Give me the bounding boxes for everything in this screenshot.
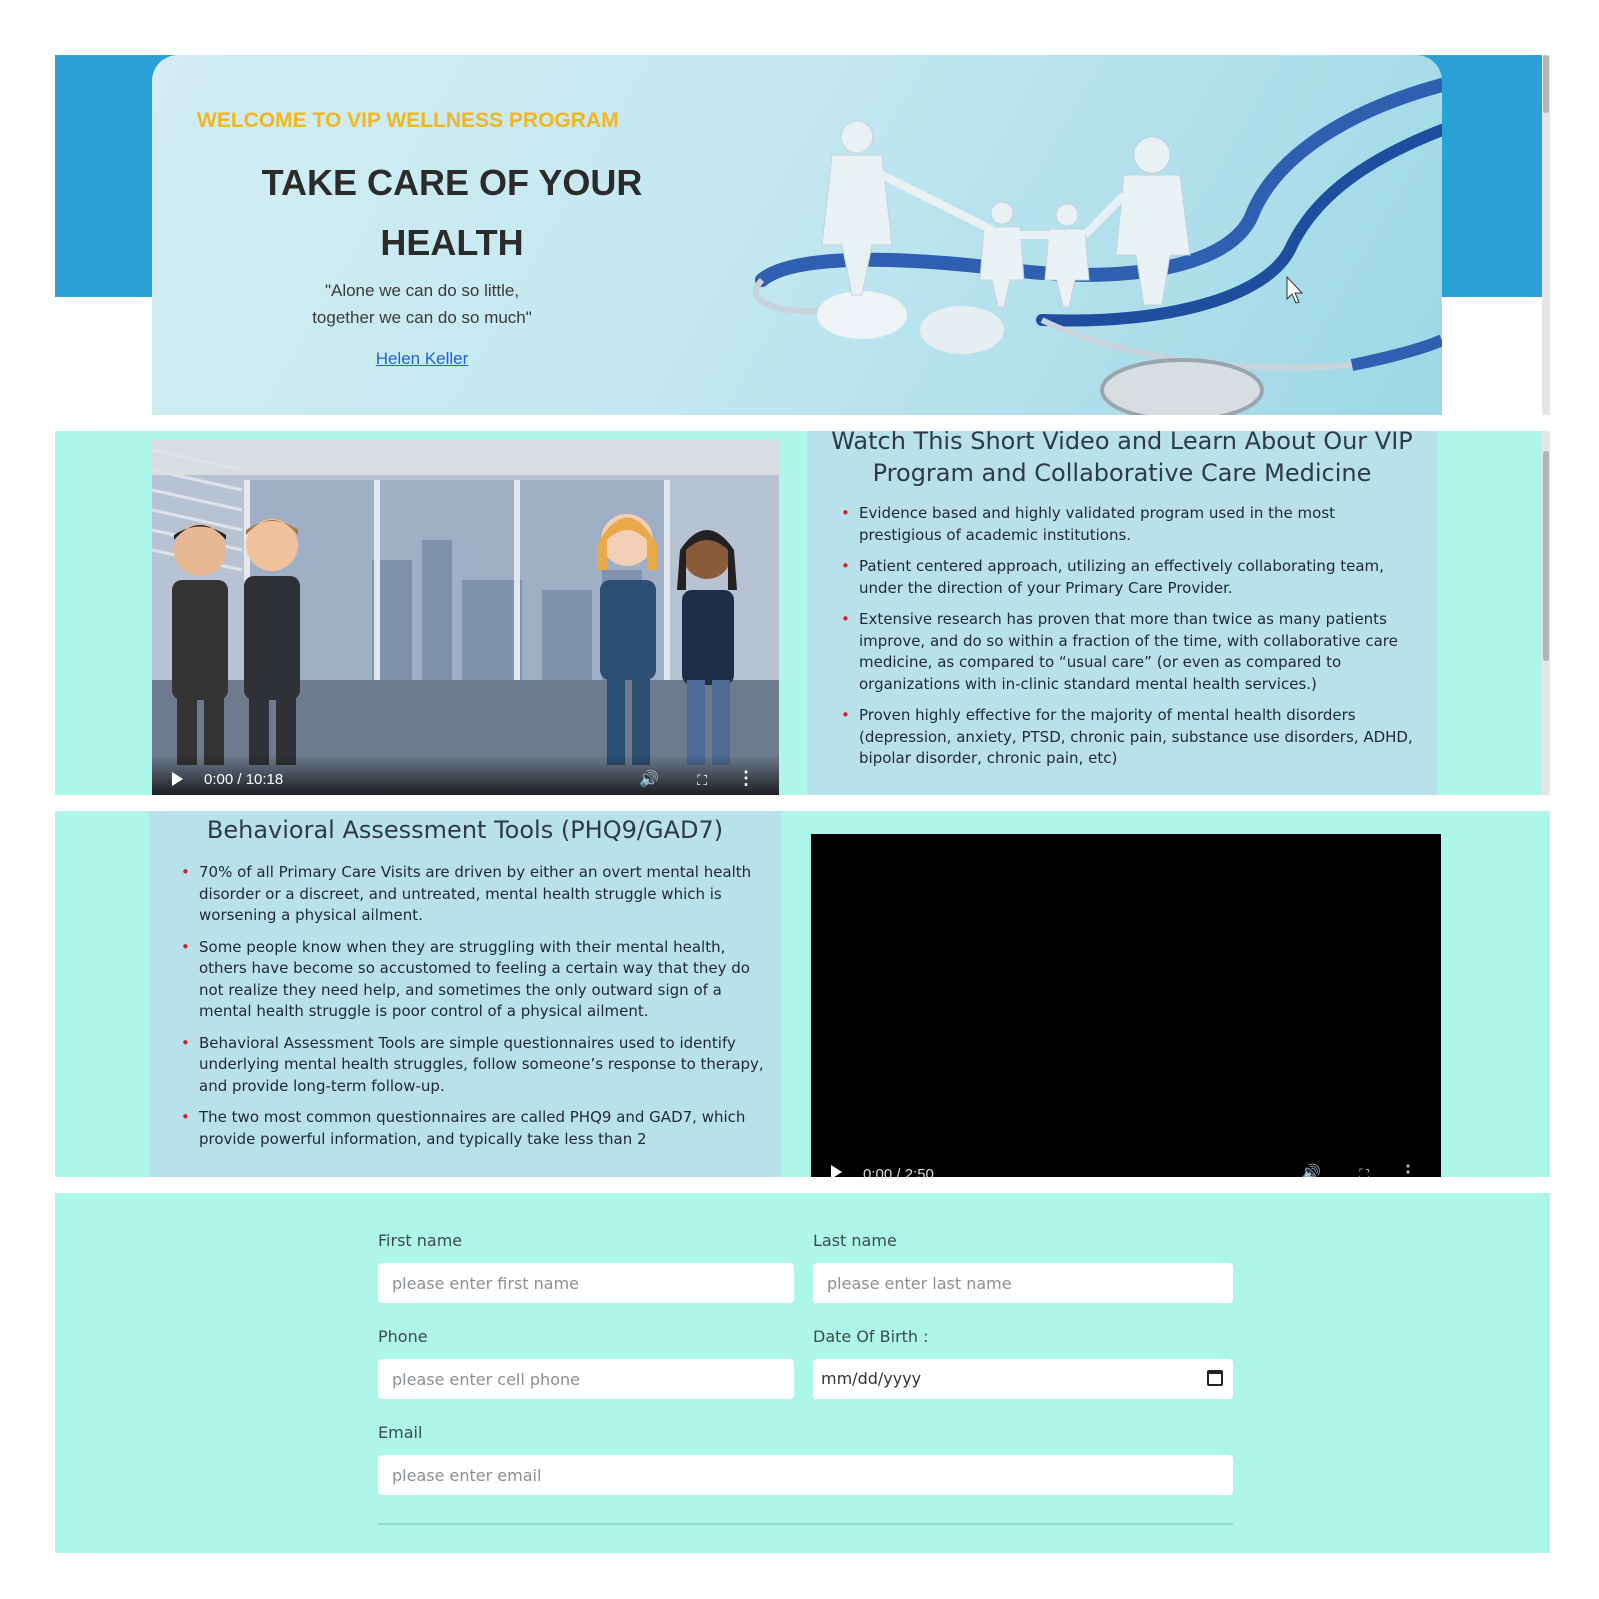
more-options-icon[interactable]: ⋮ [1399, 1162, 1417, 1177]
email-field[interactable] [378, 1455, 1233, 1495]
last-name-label: Last name [813, 1231, 897, 1250]
fullscreen-icon[interactable]: ⛶ [697, 772, 707, 789]
assessment-video-player[interactable]: 0:00 / 2:50 🔊 ⛶ ⋮ [811, 834, 1441, 1177]
form-divider [378, 1523, 1233, 1525]
first-name-label: First name [378, 1231, 463, 1250]
hero-quote-line2: together we can do so much" [312, 308, 532, 327]
more-options-icon[interactable]: ⋮ [737, 768, 755, 789]
assessment-tools-panel: Behavioral Assessment Tools (PHQ9/GAD7) … [149, 811, 781, 1177]
list-item: Some people know when they are strugglin… [181, 937, 765, 1023]
video-time: 0:00 / 10:18 [204, 771, 284, 788]
video-controls: 0:00 / 10:18 🔊 ⛶ ⋮ [152, 755, 779, 795]
vip-program-info-panel: Watch This Short Video and Learn About O… [807, 431, 1437, 795]
stethoscope-family-illustration [753, 78, 1442, 415]
hero-quote-line1: "Alone we can do so little, [324, 281, 520, 300]
page-scrollbar[interactable] [1542, 431, 1550, 795]
dob-field[interactable]: mm/dd/yyyy [813, 1359, 1233, 1399]
mouse-cursor-icon [1286, 275, 1304, 304]
panel-title-line2: Program and Collaborative Care Medicine [872, 459, 1372, 487]
hero-title: TAKE CARE OF YOUR HEALTH [152, 153, 722, 273]
list-item: Evidence based and highly validated prog… [841, 503, 1419, 546]
hero-author-link[interactable]: Helen Keller [152, 349, 692, 369]
list-item: Proven highly effective for the majority… [841, 705, 1419, 770]
list-item: Behavioral Assessment Tools are simple q… [181, 1033, 765, 1098]
list-item: Extensive research has proven that more … [841, 609, 1419, 695]
calendar-icon[interactable] [1207, 1370, 1223, 1386]
play-icon[interactable] [172, 772, 183, 786]
panel-title: Watch This Short Video and Learn About O… [807, 431, 1437, 489]
play-icon[interactable] [831, 1165, 842, 1177]
first-name-field[interactable] [378, 1263, 794, 1303]
hero-welcome-text: WELCOME TO VIP WELLNESS PROGRAM [197, 109, 619, 132]
video-row-2: Behavioral Assessment Tools (PHQ9/GAD7) … [55, 811, 1550, 1177]
dob-label: Date Of Birth : [813, 1327, 929, 1346]
scrollbar-thumb[interactable] [1543, 55, 1549, 113]
hero-title-line1: TAKE CARE OF YOUR [261, 162, 643, 203]
hero-quote: "Alone we can do so little, together we … [152, 277, 692, 331]
benefit-list: Evidence based and highly validated prog… [841, 503, 1419, 770]
email-label: Email [378, 1423, 423, 1442]
hero-banner: WELCOME TO VIP WELLNESS PROGRAM TAKE CAR… [152, 55, 1442, 415]
video-time: 0:00 / 2:50 [863, 1166, 934, 1177]
last-name-field[interactable] [813, 1263, 1233, 1303]
phone-label: Phone [378, 1327, 428, 1346]
phone-field[interactable] [378, 1359, 794, 1399]
signup-form: First name Last name Phone Date Of Birth… [55, 1193, 1550, 1553]
volume-icon[interactable]: 🔊 [1301, 1163, 1321, 1177]
list-item: 70% of all Primary Care Visits are drive… [181, 862, 765, 927]
intro-video-player[interactable]: 0:00 / 10:18 🔊 ⛶ ⋮ [152, 440, 779, 795]
fullscreen-icon[interactable]: ⛶ [1359, 1166, 1369, 1177]
assessment-list: 70% of all Primary Care Visits are drive… [181, 862, 765, 1150]
page-scrollbar[interactable] [1542, 55, 1550, 415]
scrollbar-thumb[interactable] [1543, 451, 1549, 661]
hero-title-line2: HEALTH [380, 222, 524, 263]
dob-value: mm/dd/yyyy [821, 1369, 922, 1388]
hero-section: WELCOME TO VIP WELLNESS PROGRAM TAKE CAR… [55, 55, 1550, 415]
panel-title: Behavioral Assessment Tools (PHQ9/GAD7) [206, 816, 724, 844]
video-row-1: 0:00 / 10:18 🔊 ⛶ ⋮ Watch This Short Vide… [55, 431, 1550, 795]
volume-icon[interactable]: 🔊 [639, 769, 659, 789]
panel-title-line1: Watch This Short Video and Learn About O… [831, 431, 1413, 455]
list-item: The two most common questionnaires are c… [181, 1107, 765, 1150]
list-item: Patient centered approach, utilizing an … [841, 556, 1419, 599]
video-frame-cartoon-office [152, 440, 779, 795]
